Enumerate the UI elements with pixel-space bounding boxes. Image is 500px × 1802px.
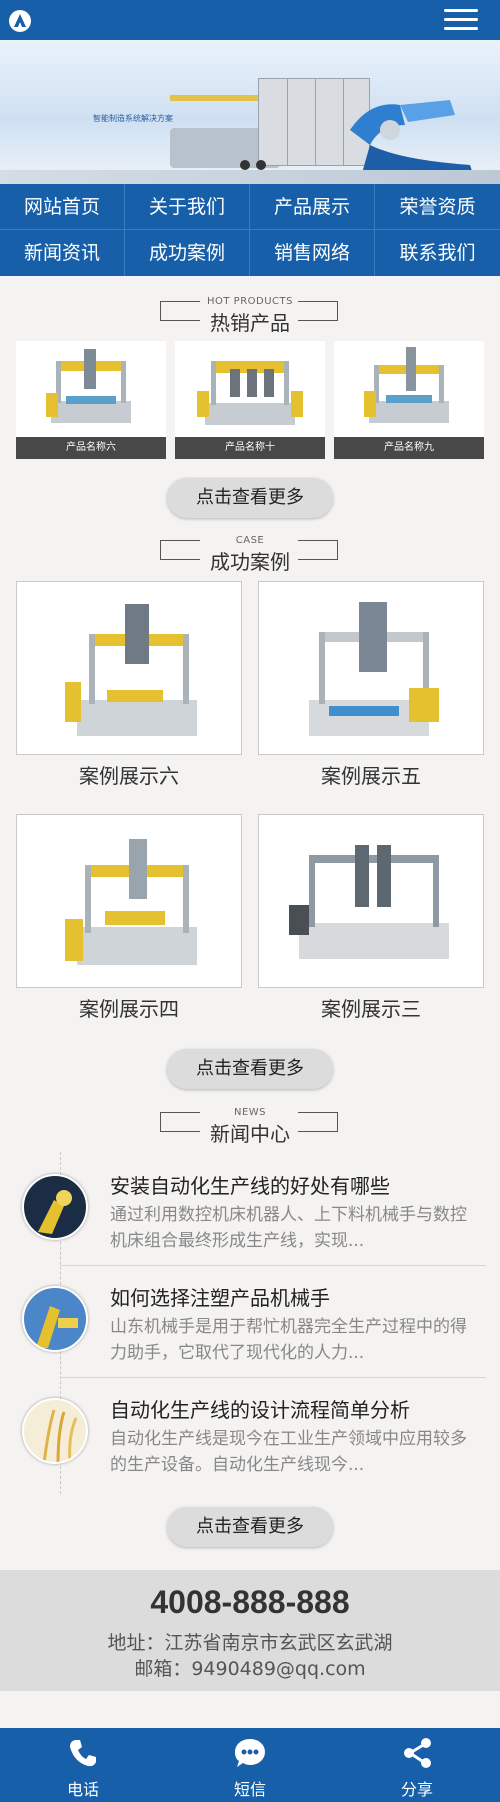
section-title-cn: 新闻中心 (210, 1122, 290, 1146)
case-image[interactable] (258, 581, 484, 755)
bottom-action-bar: 电话 短信 分享 (0, 1728, 500, 1802)
section-title-en: NEWS (233, 1107, 267, 1118)
product-image (197, 361, 303, 425)
case-name[interactable]: 案例展示五 (258, 760, 484, 789)
contact-info: 4008-888-888 地址：江苏省南京市玄武区玄武湖 邮箱：9490489@… (0, 1570, 500, 1691)
news-thumbnail (22, 1174, 88, 1240)
product-name: 产品名称六 (16, 437, 166, 459)
news-item[interactable]: 自动化生产线的设计流程简单分析 自动化生产线是现今在工业生产领域中应用较多的生产… (0, 1378, 500, 1490)
hero-banner[interactable]: 智能制造系统解决方案 (0, 40, 500, 184)
carousel-dot-2[interactable] (256, 160, 266, 170)
share-button[interactable]: 分享 (334, 1728, 500, 1802)
email-text[interactable]: 邮箱：9490489@qq.com (0, 1654, 500, 1681)
product-card[interactable]: 产品名称九 (334, 341, 484, 459)
product-name: 产品名称十 (175, 437, 325, 459)
nav-item-products[interactable]: 产品展示 (250, 184, 375, 230)
section-title-en: HOT PRODUCTS (207, 296, 293, 307)
news-item[interactable]: 如何选择注塑产品机械手 山东机械手是用于帮忙机器完全生产过程中的得力助手，它取代… (0, 1266, 500, 1378)
phone-icon (70, 1740, 96, 1767)
share-label: 分享 (400, 1780, 433, 1799)
product-image (364, 347, 449, 423)
news-desc: 自动化生产线是现今在工业生产领域中应用较多的生产设备。自动化生产线现今... (110, 1429, 467, 1475)
hamburger-menu-icon[interactable] (444, 9, 478, 31)
banner-floor (0, 170, 500, 184)
product-name: 产品名称九 (334, 437, 484, 459)
case-name[interactable]: 案例展示四 (16, 993, 242, 1022)
message-icon (235, 1739, 265, 1767)
nav-item-about[interactable]: 关于我们 (125, 184, 250, 230)
call-button[interactable]: 电话 (0, 1728, 166, 1802)
product-image (46, 349, 131, 423)
nav-item-contact[interactable]: 联系我们 (375, 230, 500, 276)
nav-item-news[interactable]: 新闻资讯 (0, 230, 125, 276)
nav-item-honors[interactable]: 荣誉资质 (375, 184, 500, 230)
nav-item-home[interactable]: 网站首页 (0, 184, 125, 230)
section-title-hot-products: HOT PRODUCTS 热销产品 (0, 296, 500, 336)
carousel-dot-1[interactable] (240, 160, 250, 170)
news-title[interactable]: 自动化生产线的设计流程简单分析 (110, 1394, 410, 1423)
sms-button[interactable]: 短信 (167, 1728, 333, 1802)
product-card[interactable]: 产品名称十 (175, 341, 325, 459)
news-title[interactable]: 安装自动化生产线的好处有哪些 (110, 1170, 390, 1199)
case-image[interactable] (258, 814, 484, 988)
hotline-number[interactable]: 4008-888-888 (0, 1584, 500, 1621)
logo-icon[interactable] (9, 10, 31, 32)
product-card[interactable]: 产品名称六 (16, 341, 166, 459)
news-thumbnail (22, 1286, 88, 1352)
sms-label: 短信 (233, 1780, 266, 1799)
section-title-cn: 热销产品 (210, 311, 290, 335)
section-title-cases: CASE 成功案例 (0, 535, 500, 575)
news-desc: 山东机械手是用于帮忙机器完全生产过程中的得力助手，它取代了现代化的人力... (110, 1317, 467, 1363)
main-nav: 网站首页 关于我们 产品展示 荣誉资质 新闻资讯 成功案例 销售网络 联系我们 (0, 184, 500, 276)
case-image[interactable] (16, 814, 242, 988)
section-title-cn: 成功案例 (210, 550, 290, 574)
section-title-en: CASE (235, 535, 265, 546)
news-title[interactable]: 如何选择注塑产品机械手 (110, 1282, 330, 1311)
nav-item-sales-network[interactable]: 销售网络 (250, 230, 375, 276)
section-title-news: NEWS 新闻中心 (0, 1107, 500, 1147)
call-label: 电话 (66, 1780, 99, 1799)
banner-text: 智能制造系统解决方案 (93, 114, 173, 123)
news-item[interactable]: 安装自动化生产线的好处有哪些 通过利用数控机床机器人、上下料机械手与数控机床组合… (0, 1154, 500, 1266)
case-name[interactable]: 案例展示三 (258, 993, 484, 1022)
more-news-button[interactable]: 点击查看更多 (167, 1507, 333, 1547)
nav-item-cases[interactable]: 成功案例 (125, 230, 250, 276)
news-desc: 通过利用数控机床机器人、上下料机械手与数控机床组合最终形成生产线，实现... (110, 1205, 467, 1251)
news-thumbnail (22, 1398, 88, 1464)
top-bar (0, 0, 500, 40)
robot-arm-illustration (170, 95, 260, 125)
more-cases-button[interactable]: 点击查看更多 (167, 1049, 333, 1089)
case-image[interactable] (16, 581, 242, 755)
robot-hand-illustration (350, 100, 475, 180)
case-name[interactable]: 案例展示六 (16, 760, 242, 789)
address-text: 地址：江苏省南京市玄武区玄武湖 (107, 1632, 393, 1654)
share-icon (404, 1738, 431, 1768)
more-products-button[interactable]: 点击查看更多 (167, 478, 333, 518)
